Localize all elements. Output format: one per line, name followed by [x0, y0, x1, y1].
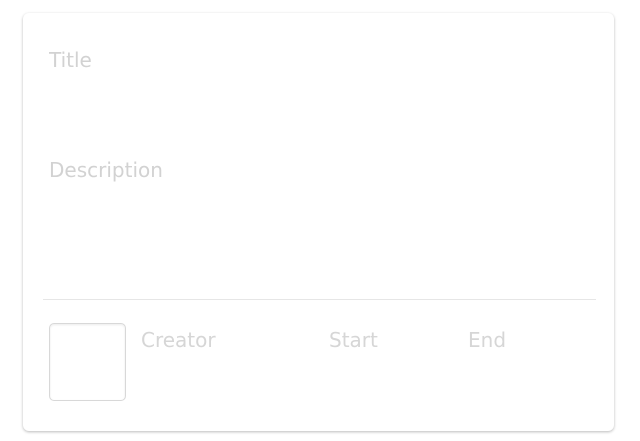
divider: [43, 299, 596, 300]
creator-label: Creator: [141, 328, 216, 352]
title-input[interactable]: [49, 47, 589, 73]
start-label[interactable]: Start: [329, 327, 378, 353]
end-label[interactable]: End: [468, 327, 506, 353]
task-card: Creator Start End: [23, 13, 614, 431]
creator-avatar[interactable]: [49, 323, 126, 401]
description-input[interactable]: [49, 158, 589, 278]
